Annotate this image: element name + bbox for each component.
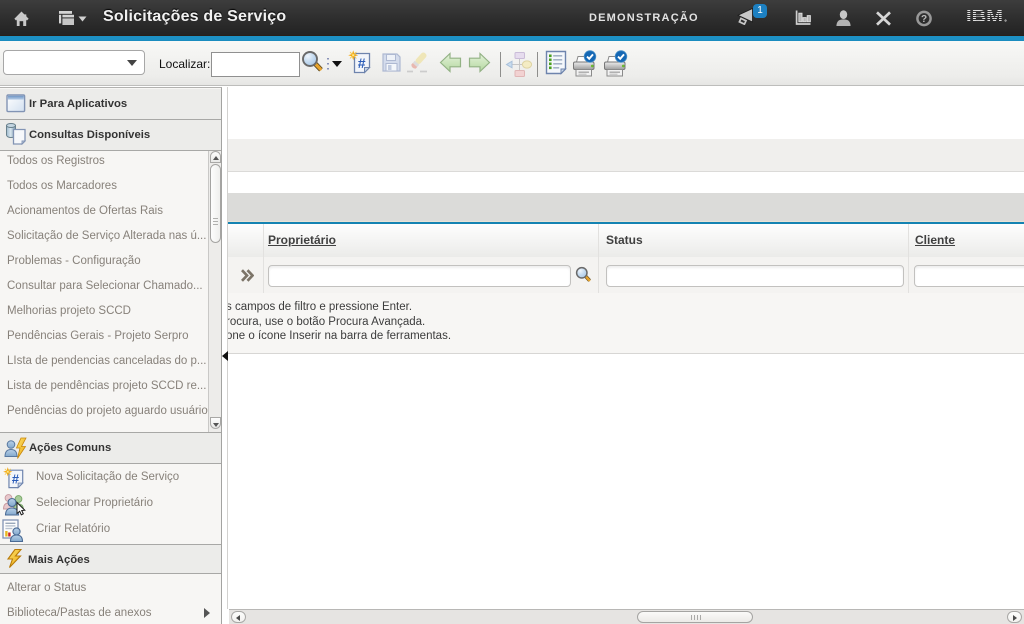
- svg-text:?: ?: [921, 14, 927, 25]
- svg-text:#: #: [358, 55, 366, 71]
- svg-text:#: #: [12, 471, 19, 486]
